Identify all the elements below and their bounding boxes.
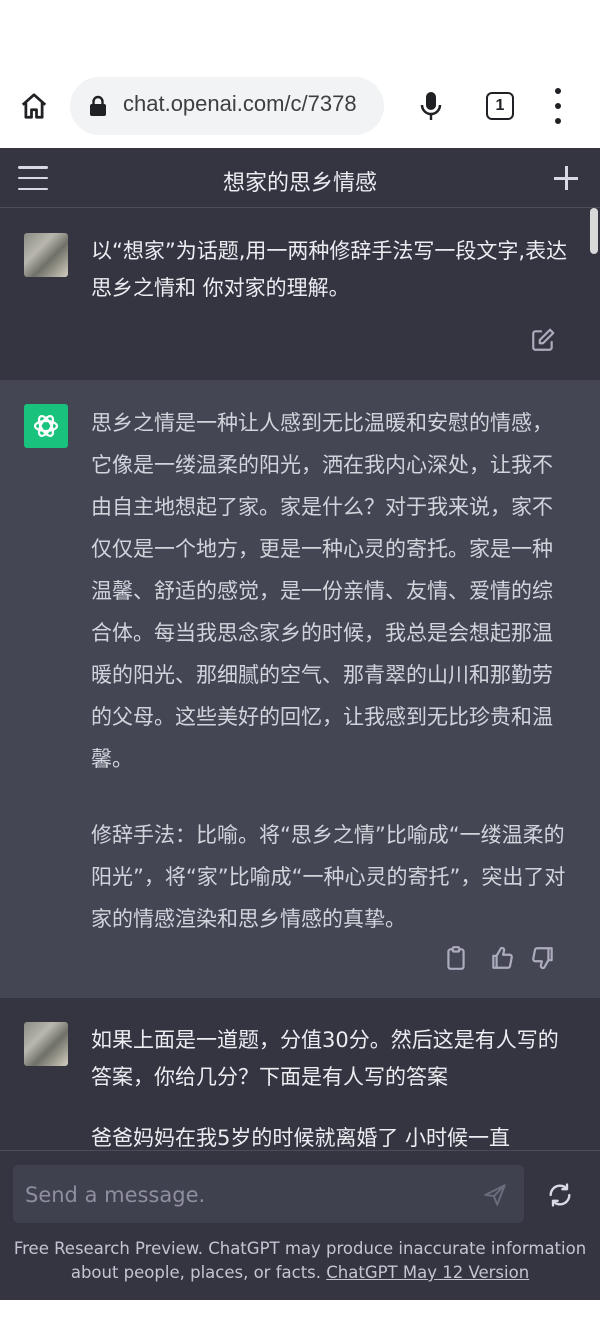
send-icon[interactable] <box>482 1182 508 1208</box>
home-icon[interactable] <box>14 86 54 126</box>
assistant-message: 思乡之情是一种让人感到无比温暖和安慰的情感，它像是一缕温柔的阳光，洒在我内心深处… <box>0 380 600 998</box>
user-avatar <box>24 233 68 277</box>
scrollbar-thumb[interactable] <box>590 208 598 254</box>
url-text: chat.openai.com/c/7378 <box>123 91 357 116</box>
message-composer <box>13 1165 524 1225</box>
assistant-paragraph: 修辞手法：比喻。将“思乡之情”比喻成“一缕温柔的阳光”，将“家”比喻成“一种心灵… <box>91 823 566 931</box>
version-link[interactable]: ChatGPT May 12 Version <box>326 1263 529 1282</box>
user-message-paragraph: 如果上面是一道题，分值30分。然后这是有人写的答案，你给几分？下面是有人写的答案 <box>91 1028 559 1089</box>
user-message-text: 以“想家”为话题,用一两种修辞手法写一段文字,表达思乡之情和 你对家的理解。 <box>91 239 568 300</box>
more-options-icon[interactable] <box>548 88 568 124</box>
regenerate-icon[interactable] <box>546 1181 574 1209</box>
message-input[interactable] <box>23 1165 467 1225</box>
new-chat-icon[interactable] <box>552 164 580 192</box>
thumbs-up-icon[interactable] <box>489 945 515 971</box>
copy-icon[interactable] <box>443 945 469 971</box>
disclaimer: Free Research Preview. ChatGPT may produ… <box>0 1237 600 1285</box>
tab-switcher-button[interactable]: 1 <box>486 92 514 120</box>
conversation-title: 想家的思乡情感 <box>222 171 377 196</box>
lock-icon <box>88 95 108 121</box>
user-message-text: 如果上面是一道题，分值30分。然后这是有人写的答案，你给几分？下面是有人写的答案… <box>91 1022 571 1157</box>
chatgpt-logo-icon <box>24 404 68 448</box>
chat-app: 想家的思乡情感 以“想家”为话题,用一两种修辞手法写一段文字,表达思乡之情和 你… <box>0 148 600 1300</box>
microphone-icon[interactable] <box>414 86 448 126</box>
edit-icon[interactable] <box>530 327 556 353</box>
status-bar-area <box>0 0 600 60</box>
assistant-paragraph: 思乡之情是一种让人感到无比温暖和安慰的情感，它像是一缕温柔的阳光，洒在我内心深处… <box>91 411 553 771</box>
browser-toolbar: chat.openai.com/c/7378 1 <box>0 60 600 148</box>
address-bar[interactable]: chat.openai.com/c/7378 <box>70 77 384 135</box>
user-message: 以“想家”为话题,用一两种修辞手法写一段文字,表达思乡之情和 你对家的理解。 <box>0 209 600 380</box>
thumbs-down-icon[interactable] <box>530 945 556 971</box>
composer-area: Free Research Preview. ChatGPT may produ… <box>0 1150 600 1300</box>
user-avatar <box>24 1022 68 1066</box>
bottom-area <box>0 1300 600 1333</box>
assistant-message-text: 思乡之情是一种让人感到无比温暖和安慰的情感，它像是一缕温柔的阳光，洒在我内心深处… <box>91 402 571 940</box>
app-header: 想家的思乡情感 <box>0 148 600 208</box>
